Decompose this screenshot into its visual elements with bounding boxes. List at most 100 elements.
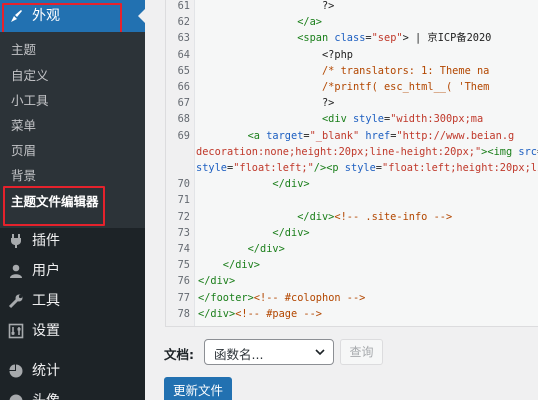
menu-users-label: 用户 — [32, 263, 60, 279]
code-token: style — [196, 162, 227, 174]
update-file-button[interactable]: 更新文件 — [164, 377, 232, 400]
code-text: <?php — [198, 47, 353, 63]
submenu-header[interactable]: 页眉 — [11, 143, 36, 159]
code-token: "width:300px;ma — [390, 113, 484, 126]
code-token: style — [352, 113, 384, 126]
code-token: </div> — [198, 210, 335, 223]
code-token: target — [266, 129, 304, 142]
documentation-label: 文档: — [164, 347, 194, 362]
code-text: ?> — [198, 0, 334, 14]
line-number: 70 — [177, 178, 190, 191]
code-token: </div> — [198, 226, 310, 239]
code-token: /><p — [313, 162, 345, 174]
current-arrow — [138, 9, 145, 23]
code-token: href — [365, 129, 391, 142]
code-token: style — [344, 162, 376, 174]
stats-icon — [9, 364, 23, 378]
line-number: 73 — [177, 226, 190, 239]
line-number: 61 — [177, 0, 190, 12]
line-number: 67 — [177, 97, 190, 110]
code-text: </div> — [198, 257, 260, 273]
lookup-button[interactable]: 查询 — [340, 339, 383, 365]
code-token: <a — [198, 129, 267, 142]
code-text: </div> — [198, 241, 285, 257]
line-number: 77 — [177, 291, 190, 304]
code-text: ?> — [198, 95, 334, 111]
code-editor[interactable]: 61 ?> 62 </a> 63 <span class="sep"> | 京ICP… — [165, 0, 538, 327]
code-token: ><img — [481, 145, 519, 158]
line-number: 65 — [177, 64, 190, 77]
code-token: ?> — [198, 97, 335, 110]
code-token: <span — [198, 32, 335, 45]
line-number: 75 — [177, 259, 190, 272]
code-token: </footer> — [198, 291, 254, 304]
code-token: <!-- #colophon --> — [253, 291, 366, 304]
code-text: </a> — [198, 14, 322, 30]
chevron-down-icon — [315, 349, 325, 356]
menu-settings[interactable]: 设置 — [0, 316, 145, 346]
menu-stats-label: 统计 — [32, 363, 60, 379]
code-text: decoration:none;height:20px;line-height:… — [196, 144, 538, 160]
code-token: <div — [198, 113, 353, 126]
code-token: <!-- #page --> — [235, 307, 322, 320]
submenu-customize[interactable]: 自定义 — [11, 68, 49, 84]
code-token: /* translators: 1: Theme na — [198, 64, 490, 77]
function-select[interactable]: 函数名... — [204, 339, 334, 365]
menu-plugins-label: 插件 — [32, 233, 60, 249]
menu-stats[interactable]: 统计 — [0, 356, 145, 386]
menu-settings-label: 设置 — [32, 323, 60, 339]
code-token: <!-- .site-info --> — [334, 210, 453, 223]
code-text: <span class="sep"> | 京ICP备2020 — [198, 30, 491, 46]
menu-tools[interactable]: 工具 — [0, 286, 145, 316]
code-token: </div> — [198, 178, 310, 191]
code-token: "sep" — [371, 32, 403, 45]
code-text: </div> — [198, 176, 310, 192]
submenu-themes[interactable]: 主题 — [11, 42, 36, 58]
code-text: /* translators: 1: Theme na — [198, 63, 489, 79]
line-number: 71 — [177, 194, 190, 207]
code-token: src — [518, 145, 537, 158]
code-token: </div> — [198, 307, 236, 320]
menu-tools-label: 工具 — [32, 293, 60, 309]
submenu-background[interactable]: 背景 — [11, 168, 36, 184]
code-token: </div> — [198, 243, 285, 255]
code-text: </div> — [198, 225, 310, 241]
submenu-menus[interactable]: 菜单 — [11, 118, 36, 134]
code-token: ?> — [198, 0, 335, 12]
settings-icon — [8, 323, 24, 339]
line-number: 68 — [177, 113, 190, 126]
menu-appearance[interactable]: 外观 — [0, 0, 145, 32]
code-text: </div><!-- #page --> — [198, 306, 322, 322]
code-token: "_blank" — [309, 129, 360, 142]
line-number: 64 — [177, 48, 190, 61]
menu-users[interactable]: 用户 — [0, 256, 145, 286]
menu-appearance-label: 外观 — [32, 8, 60, 24]
line-number: 69 — [177, 129, 190, 142]
code-token: class — [334, 32, 366, 45]
submenu-theme-file-editor[interactable]: 主题文件编辑器 — [11, 194, 99, 210]
code-token: /*printf( esc_html__( 'Them — [198, 81, 490, 93]
code-token: "http://www.beian.g — [396, 129, 515, 142]
code-text: </div> — [198, 273, 235, 289]
code-token: </a> — [198, 16, 322, 29]
code-text: style="float:left;"/><p style="float:lef… — [196, 160, 538, 176]
submenu-widgets[interactable]: 小工具 — [11, 93, 49, 109]
line-number: 62 — [177, 16, 190, 29]
line-number: 76 — [177, 275, 190, 288]
code-text: </footer><!-- #colophon --> — [198, 290, 365, 306]
line-number: 78 — [177, 307, 190, 320]
line-number: 72 — [177, 210, 190, 223]
menu-avatar[interactable]: 头像 — [0, 386, 145, 400]
plugin-icon — [11, 234, 21, 248]
avatar-icon — [9, 394, 23, 400]
line-number: 63 — [177, 32, 190, 45]
paintbrush-icon — [11, 10, 22, 22]
code-text: <a target="_blank" href="http://www.beia… — [198, 128, 515, 144]
code-token: "float:left;" — [233, 162, 314, 174]
code-token: <?php — [198, 48, 353, 61]
wrench-icon — [8, 294, 23, 309]
admin-sidebar: 外观 主题 自定义 小工具 菜单 页眉 背景 主题文件编辑器 插件 用户 工具 — [0, 0, 145, 400]
code-text: </div><!-- .site-info --> — [198, 209, 452, 225]
menu-plugins[interactable]: 插件 — [0, 226, 145, 256]
function-select-value: 函数名... — [214, 347, 264, 362]
